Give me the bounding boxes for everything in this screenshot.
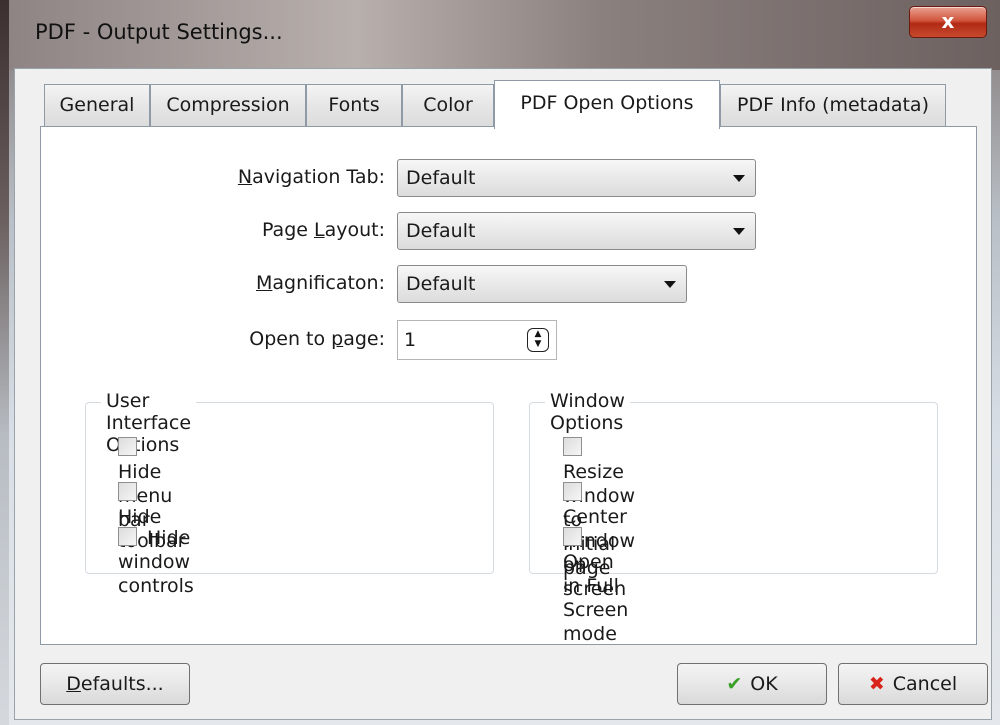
page-layout-value: Default xyxy=(406,220,476,242)
checkbox-box[interactable] xyxy=(563,527,582,546)
defaults-button[interactable]: Defaults... xyxy=(40,663,190,705)
page-layout-label: Page Layout: xyxy=(261,219,385,241)
spinner-arrows-icon[interactable]: ▲ ▼ xyxy=(527,328,549,352)
checkmark-icon: ✔ xyxy=(726,673,743,695)
tab-fonts[interactable]: Fonts xyxy=(306,84,402,126)
title-bar: PDF - Output Settings... xyxy=(9,0,1000,70)
resize-window-checkbox[interactable]: Resize window to initial page xyxy=(563,436,635,579)
center-window-checkbox[interactable]: Center window on screen xyxy=(563,481,635,600)
navigation-tab-label: Navigation Tab: xyxy=(237,166,385,188)
tab-color[interactable]: Color xyxy=(402,84,494,126)
window-border-left xyxy=(0,0,9,725)
tab-pdf-info-metadata[interactable]: PDF Info (metadata) xyxy=(720,84,946,126)
magnification-value: Default xyxy=(406,273,476,295)
open-to-page-value: 1 xyxy=(404,329,417,351)
checkbox-box[interactable] xyxy=(118,437,137,456)
close-button[interactable]: x xyxy=(909,6,987,38)
window-options-title: Window Options xyxy=(545,390,630,434)
navigation-tab-select[interactable]: Default xyxy=(397,159,756,197)
cancel-button[interactable]: ✖ Cancel xyxy=(838,663,988,705)
close-icon: x xyxy=(941,9,955,33)
chevron-down-icon xyxy=(664,281,676,288)
hide-toolbar-checkbox[interactable]: Hide toolbar xyxy=(118,481,186,552)
tab-pdf-open-options[interactable]: PDF Open Options xyxy=(494,80,720,129)
hide-window-controls-checkbox[interactable]: Hide window controls xyxy=(118,526,194,597)
chevron-down-icon xyxy=(733,228,745,235)
ok-button[interactable]: ✔ OK xyxy=(677,663,827,705)
magnification-select[interactable]: Default xyxy=(397,265,687,303)
page-layout-select[interactable]: Default xyxy=(397,212,756,250)
tab-general[interactable]: General xyxy=(44,84,150,126)
navigation-tab-value: Default xyxy=(406,167,476,189)
full-screen-checkbox[interactable]: Open in Full Screen mode xyxy=(563,526,628,645)
hide-menu-bar-checkbox[interactable]: Hide menu bar xyxy=(118,436,172,531)
window-title: PDF - Output Settings... xyxy=(35,20,283,44)
magnification-label: Magnificaton: xyxy=(255,272,385,294)
tab-compression[interactable]: Compression xyxy=(150,84,306,126)
chevron-down-icon xyxy=(733,175,745,182)
red-x-icon: ✖ xyxy=(868,673,885,695)
checkbox-box[interactable] xyxy=(563,437,582,456)
checkbox-box[interactable] xyxy=(563,482,582,501)
checkbox-box[interactable] xyxy=(118,527,137,546)
open-to-page-label: Open to page: xyxy=(249,328,385,350)
checkbox-box[interactable] xyxy=(118,482,137,501)
